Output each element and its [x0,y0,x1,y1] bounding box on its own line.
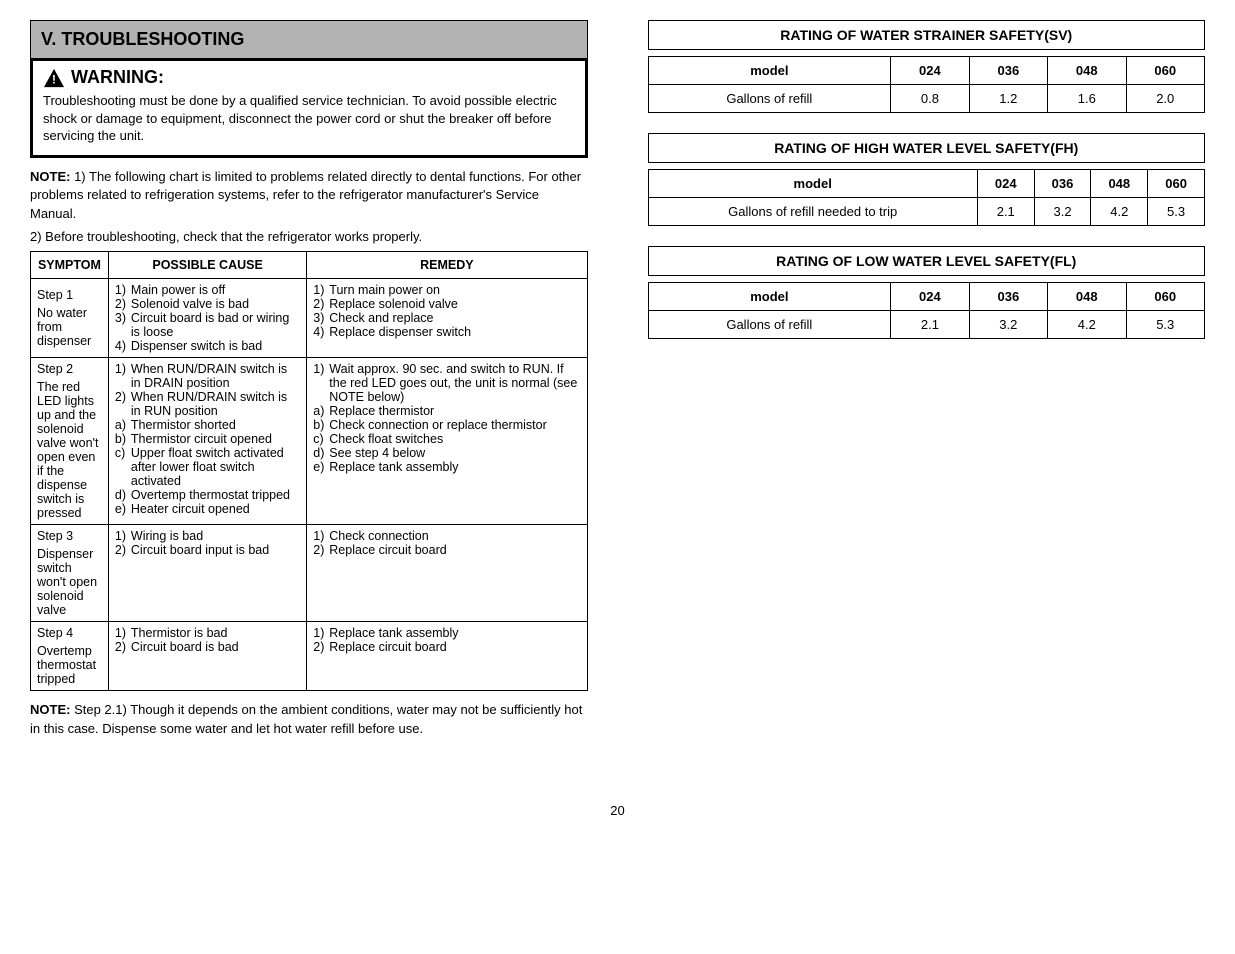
refill-header: 024 [891,283,969,311]
section-title: V. TROUBLESHOOTING [30,20,588,59]
cause-cell: 1)Thermistor is bad2)Circuit board is ba… [108,622,306,691]
refill-header: 048 [1091,170,1148,198]
svg-text:!: ! [52,72,56,86]
cause-cell: 1)Main power is off2)Solenoid valve is b… [108,279,306,358]
remedy-cell: 1)Turn main power on2)Replace solenoid v… [307,279,587,358]
refill-header: 048 [1048,283,1126,311]
warning-body: Troubleshooting must be done by a qualif… [43,92,575,145]
refill-block: RATING OF WATER STRAINER SAFETY(SV) model… [648,20,1206,113]
page-number: 20 [30,803,1205,818]
refill-value: 0.8 [891,85,969,113]
refill-table: model024036048060 Gallons of refill2.13.2… [648,282,1206,339]
troubleshoot-table: SYMPTOM POSSIBLE CAUSE REMEDY Step 1No w… [30,251,588,691]
refill-header: 036 [969,283,1047,311]
remedy-cell: 1)Replace tank assembly2)Replace circuit… [307,622,587,691]
refill-header: 060 [1148,170,1205,198]
table-row: Step 4Overtemp thermostat tripped [31,622,109,691]
refill-block: RATING OF LOW WATER LEVEL SAFETY(FL) mode… [648,246,1206,339]
notes-block: NOTE: 1) The following chart is limited … [30,168,588,247]
refill-block: RATING OF HIGH WATER LEVEL SAFETY(FH) mod… [648,133,1206,226]
refill-value: 5.3 [1148,198,1205,226]
note-label: NOTE: [30,169,70,184]
table-row: Step 1No water from dispenser [31,279,109,358]
refill-header: 060 [1126,57,1205,85]
refill-value: 4.2 [1091,198,1148,226]
note-2: 2) Before troubleshooting, check that th… [30,228,588,247]
refill-row-label: Gallons of refill needed to trip [648,198,977,226]
remedy-cell: 1)Check connection2)Replace circuit boar… [307,525,587,622]
refill-table: model024036048060 Gallons of refill0.81.2… [648,56,1206,113]
refill-header: model [648,283,891,311]
note-1: 1) The following chart is limited to pro… [30,169,581,222]
warning-box: ! WARNING: Troubleshooting must be done … [30,58,588,158]
refill-header: 036 [969,57,1047,85]
warning-icon: ! [43,68,65,88]
th-remedy: REMEDY [307,252,587,279]
refill-row-label: Gallons of refill [648,311,891,339]
refill-header: 048 [1048,57,1126,85]
th-symptom: SYMPTOM [31,252,109,279]
refill-title: RATING OF HIGH WATER LEVEL SAFETY(FH) [648,133,1206,163]
cause-cell: 1)Wiring is bad2)Circuit board input is … [108,525,306,622]
refill-value: 5.3 [1126,311,1205,339]
refill-row-label: Gallons of refill [648,85,891,113]
refill-header: 024 [977,170,1034,198]
cause-cell: 1)When RUN/DRAIN switch is in DRAIN posi… [108,358,306,525]
refill-title: RATING OF WATER STRAINER SAFETY(SV) [648,20,1206,50]
refill-header: model [648,170,977,198]
refill-header: 036 [1034,170,1091,198]
refill-value: 2.0 [1126,85,1205,113]
refill-header: 024 [891,57,969,85]
refill-value: 2.1 [977,198,1034,226]
refill-value: 1.2 [969,85,1047,113]
refill-header: 060 [1126,283,1205,311]
refill-value: 1.6 [1048,85,1126,113]
remedy-cell: 1)Wait approx. 90 sec. and switch to RUN… [307,358,587,525]
table-row: Step 3Dispenser switch won't open soleno… [31,525,109,622]
refill-table: model024036048060 Gallons of refill neede… [648,169,1206,226]
warning-label: WARNING: [71,67,164,88]
post-note-block: NOTE: Step 2.1) Though it depends on the… [30,701,588,739]
refill-value: 3.2 [1034,198,1091,226]
table-row: Step 2The red LED lights up and the sole… [31,358,109,525]
refill-value: 2.1 [891,311,969,339]
refill-header: model [648,57,891,85]
refill-title: RATING OF LOW WATER LEVEL SAFETY(FL) [648,246,1206,276]
post-note: Step 2.1) Though it depends on the ambie… [30,702,582,736]
refill-value: 4.2 [1048,311,1126,339]
th-cause: POSSIBLE CAUSE [108,252,306,279]
refill-value: 3.2 [969,311,1047,339]
post-note-label: NOTE: [30,702,70,717]
